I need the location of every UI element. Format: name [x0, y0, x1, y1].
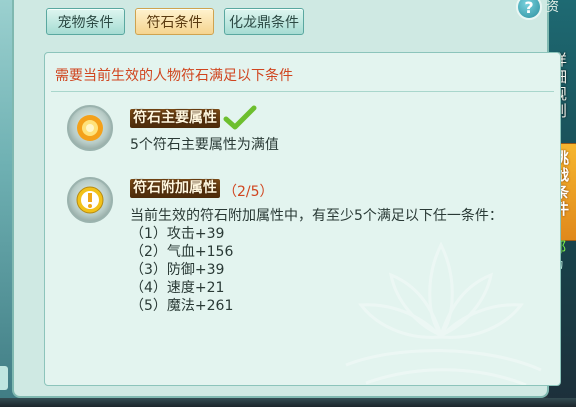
bottom-background-strip	[0, 398, 576, 407]
check-icon	[223, 105, 257, 130]
main-attr-desc: 5个符石主要属性为满值	[130, 137, 279, 153]
conditions-panel: 宠物条件 符石条件 化龙鼎条件 需要当前生效的人物符石满足以下条件 符石主要属性…	[12, 0, 561, 398]
lotus-watermark	[345, 241, 542, 385]
tab-rune-conditions[interactable]: 符石条件	[135, 8, 214, 35]
extra-attr-progress: （2/5）	[223, 184, 274, 200]
tab-dragon-cauldron-conditions[interactable]: 化龙鼎条件	[224, 8, 304, 35]
conditions-headline: 需要当前生效的人物符石满足以下条件	[55, 68, 293, 84]
left-edge-handle[interactable]	[0, 366, 8, 390]
extra-attr-desc: 当前生效的符石附加属性中，有至少5个满足以下任一条件：	[130, 208, 503, 224]
conditions-content: 需要当前生效的人物符石满足以下条件 符石主要属性 5个符石主要属性为满值 符石附…	[44, 52, 561, 386]
condition-item: （1）攻击+39	[130, 226, 225, 242]
condition-item: （3）防御+39	[130, 262, 225, 278]
divider	[51, 91, 554, 92]
condition-item: （4）速度+21	[130, 280, 225, 296]
rune-main-icon	[67, 105, 113, 151]
rune-extra-icon	[67, 177, 113, 223]
tab-pet-conditions[interactable]: 宠物条件	[46, 8, 125, 35]
extra-attr-tag: 符石附加属性	[130, 179, 220, 198]
main-attr-tag: 符石主要属性	[130, 109, 220, 128]
top-right-partial-text: 资	[546, 0, 560, 15]
condition-item: （2）气血+156	[130, 244, 234, 260]
condition-item: （5）魔法+261	[130, 298, 234, 314]
